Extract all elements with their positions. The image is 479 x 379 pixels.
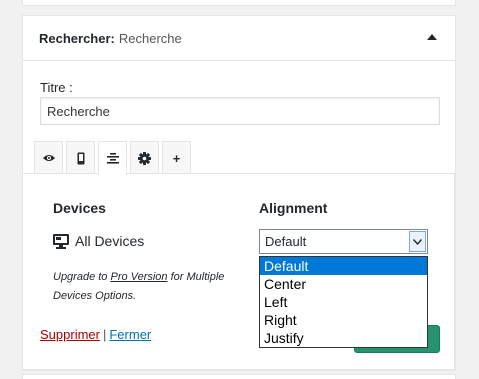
pro-version-link[interactable]: Pro Version	[110, 271, 167, 283]
title-input[interactable]	[40, 97, 440, 125]
close-link[interactable]: Fermer	[109, 327, 151, 342]
desktop-monitor-icon	[53, 233, 69, 249]
tab-content-border	[23, 173, 455, 174]
alignment-selected-value: Default	[265, 234, 307, 249]
alignment-dropdown-list: Default Center Left Right Justify	[259, 256, 428, 348]
alignment-option-center[interactable]: Center	[260, 275, 427, 293]
alignment-option-default[interactable]: Default	[260, 257, 427, 275]
delete-link[interactable]: Supprimer	[40, 327, 100, 342]
widget-header[interactable]: Rechercher: Recherche	[23, 16, 455, 61]
actions-separator: |	[102, 327, 107, 342]
devices-heading: Devices	[53, 200, 106, 216]
alignment-option-right[interactable]: Right	[260, 311, 427, 329]
tab-settings[interactable]	[130, 141, 159, 174]
previous-widget-edge	[22, 0, 456, 6]
align-center-icon	[106, 153, 119, 164]
tab-visibility[interactable]	[34, 141, 63, 174]
alignment-select[interactable]: Default	[259, 229, 428, 254]
devices-value: All Devices	[53, 233, 144, 249]
upgrade-notice: Upgrade to Pro Version for Multiple Devi…	[53, 268, 263, 306]
mobile-device-icon	[77, 152, 84, 164]
alignment-option-left[interactable]: Left	[260, 293, 427, 311]
widget-instance-title: Recherche	[118, 30, 182, 46]
widget-actions: Supprimer | Fermer	[40, 327, 151, 342]
widget-options-tabs: +	[34, 141, 194, 175]
tab-content-border-side	[454, 173, 455, 370]
gear-icon	[138, 151, 151, 165]
title-label: Titre :	[40, 80, 73, 95]
alignment-heading: Alignment	[259, 200, 328, 216]
tab-devices[interactable]	[66, 141, 95, 174]
widget-title: Rechercher:	[39, 30, 115, 46]
alignment-option-justify[interactable]: Justify	[260, 329, 427, 347]
search-widget-panel: Rechercher: Recherche Titre : Recherche …	[22, 15, 456, 370]
tab-alignment[interactable]	[98, 141, 127, 175]
all-devices-label: All Devices	[75, 233, 145, 249]
upgrade-prefix: Upgrade to	[53, 271, 111, 283]
tab-more[interactable]: +	[162, 141, 191, 174]
next-widget-edge	[22, 374, 456, 379]
chevron-down-icon[interactable]	[409, 231, 426, 252]
eye-icon	[42, 155, 55, 161]
plus-icon: +	[172, 150, 181, 166]
collapse-arrow-icon[interactable]	[427, 34, 437, 40]
